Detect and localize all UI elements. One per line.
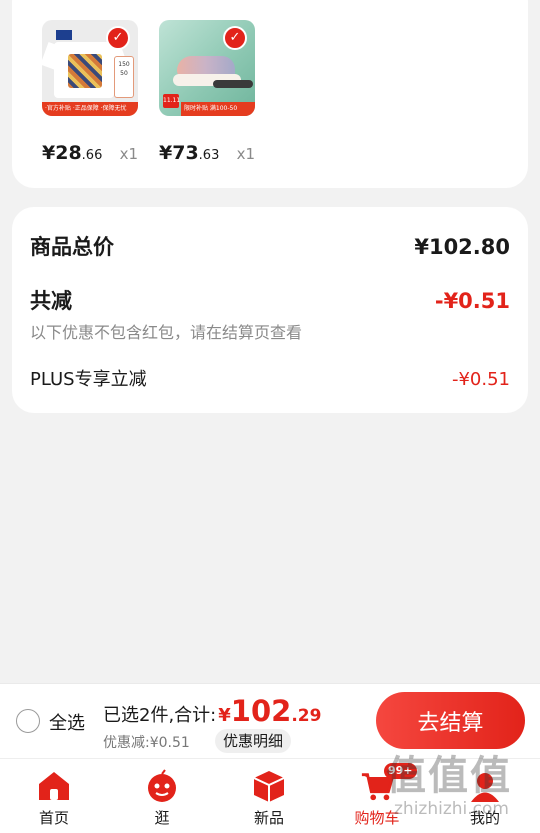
- selected-check-icon[interactable]: ✓: [223, 26, 247, 50]
- tab-new[interactable]: 新品: [224, 759, 314, 833]
- cart-item[interactable]: 11.11 ✓ 限时补贴 满100-50 ¥73.63 x1: [159, 20, 269, 164]
- item-quantity: x1: [236, 145, 255, 163]
- tab-me[interactable]: 我的: [440, 759, 530, 833]
- tab-label: 逛: [154, 809, 170, 827]
- plus-discount-value: -¥0.51: [451, 369, 510, 390]
- tab-browse[interactable]: 逛: [117, 759, 207, 833]
- discount-note: 以下优惠不包含红包，请在结算页查看: [30, 323, 303, 342]
- bottom-tab-bar: 首页 逛 新品 99+ 购物车 我的: [0, 758, 540, 833]
- cart-count-badge: 99+: [384, 763, 417, 779]
- select-all-checkbox[interactable]: [16, 709, 40, 733]
- price-summary-card: 商品总价 ¥102.80 共减 -¥0.51 以下优惠不包含红包，请在结算页查看…: [12, 207, 528, 413]
- selected-count-text: 已选2件,合计:: [103, 705, 217, 726]
- plus-discount-label: PLUS专享立减: [30, 369, 147, 390]
- cart-items-card: 150 50 ✓ ·官方补贴 ·正品保障 ·保障无忧 ¥28.66 x1 11.…: [12, 0, 528, 188]
- shirt-print: [68, 54, 102, 88]
- item-price: ¥73.63: [159, 142, 220, 164]
- selected-total: 已选2件,合计: ¥ 102 .29: [103, 694, 321, 728]
- product-thumbnail[interactable]: 150 50 ✓ ·官方补贴 ·正品保障 ·保障无忧: [42, 20, 138, 116]
- tab-label: 新品: [253, 809, 284, 827]
- tab-label: 购物车: [354, 809, 400, 827]
- skateboard-graphic: [213, 80, 253, 88]
- discount-label: 共减: [30, 289, 72, 313]
- select-all-label[interactable]: 全选: [49, 709, 85, 735]
- size-tag: 150 50: [114, 56, 134, 98]
- sale-badge: 11.11: [163, 94, 180, 108]
- tab-label: 我的: [469, 809, 500, 827]
- checkout-button[interactable]: 去结算: [376, 692, 525, 749]
- grand-total-currency: ¥: [218, 705, 231, 726]
- promo-strip: 限时补贴 满100-50: [181, 102, 255, 116]
- product-thumbnail[interactable]: 11.11 ✓ 限时补贴 满100-50: [159, 20, 255, 116]
- discount-value: -¥0.51: [434, 289, 510, 313]
- selected-check-icon[interactable]: ✓: [106, 26, 130, 50]
- tab-label: 首页: [38, 809, 69, 827]
- item-price: ¥28.66: [42, 142, 103, 164]
- item-quantity: x1: [119, 145, 138, 163]
- discount-detail-button[interactable]: 优惠明细: [215, 729, 292, 753]
- promo-strip: ·官方补贴 ·正品保障 ·保障无忧: [42, 102, 138, 116]
- box-icon: [252, 769, 286, 803]
- checkout-bar: 全选 已选2件,合计: ¥ 102 .29 优惠减:¥0.51 优惠明细 去结算: [0, 683, 540, 758]
- home-icon: [37, 769, 71, 803]
- total-price-value: ¥102.80: [414, 235, 510, 259]
- grand-total-decimal: .29: [291, 706, 322, 726]
- tab-home[interactable]: 首页: [9, 759, 99, 833]
- user-icon: [468, 769, 502, 803]
- total-price-label: 商品总价: [30, 235, 114, 259]
- grand-total-integer: 102: [230, 694, 292, 728]
- tab-cart[interactable]: 99+ 购物车: [332, 759, 422, 833]
- browse-icon: [145, 769, 179, 803]
- saved-amount: 优惠减:¥0.51: [103, 735, 190, 751]
- cart-item[interactable]: 150 50 ✓ ·官方补贴 ·正品保障 ·保障无忧 ¥28.66 x1: [42, 20, 152, 164]
- brand-logo: [56, 30, 72, 40]
